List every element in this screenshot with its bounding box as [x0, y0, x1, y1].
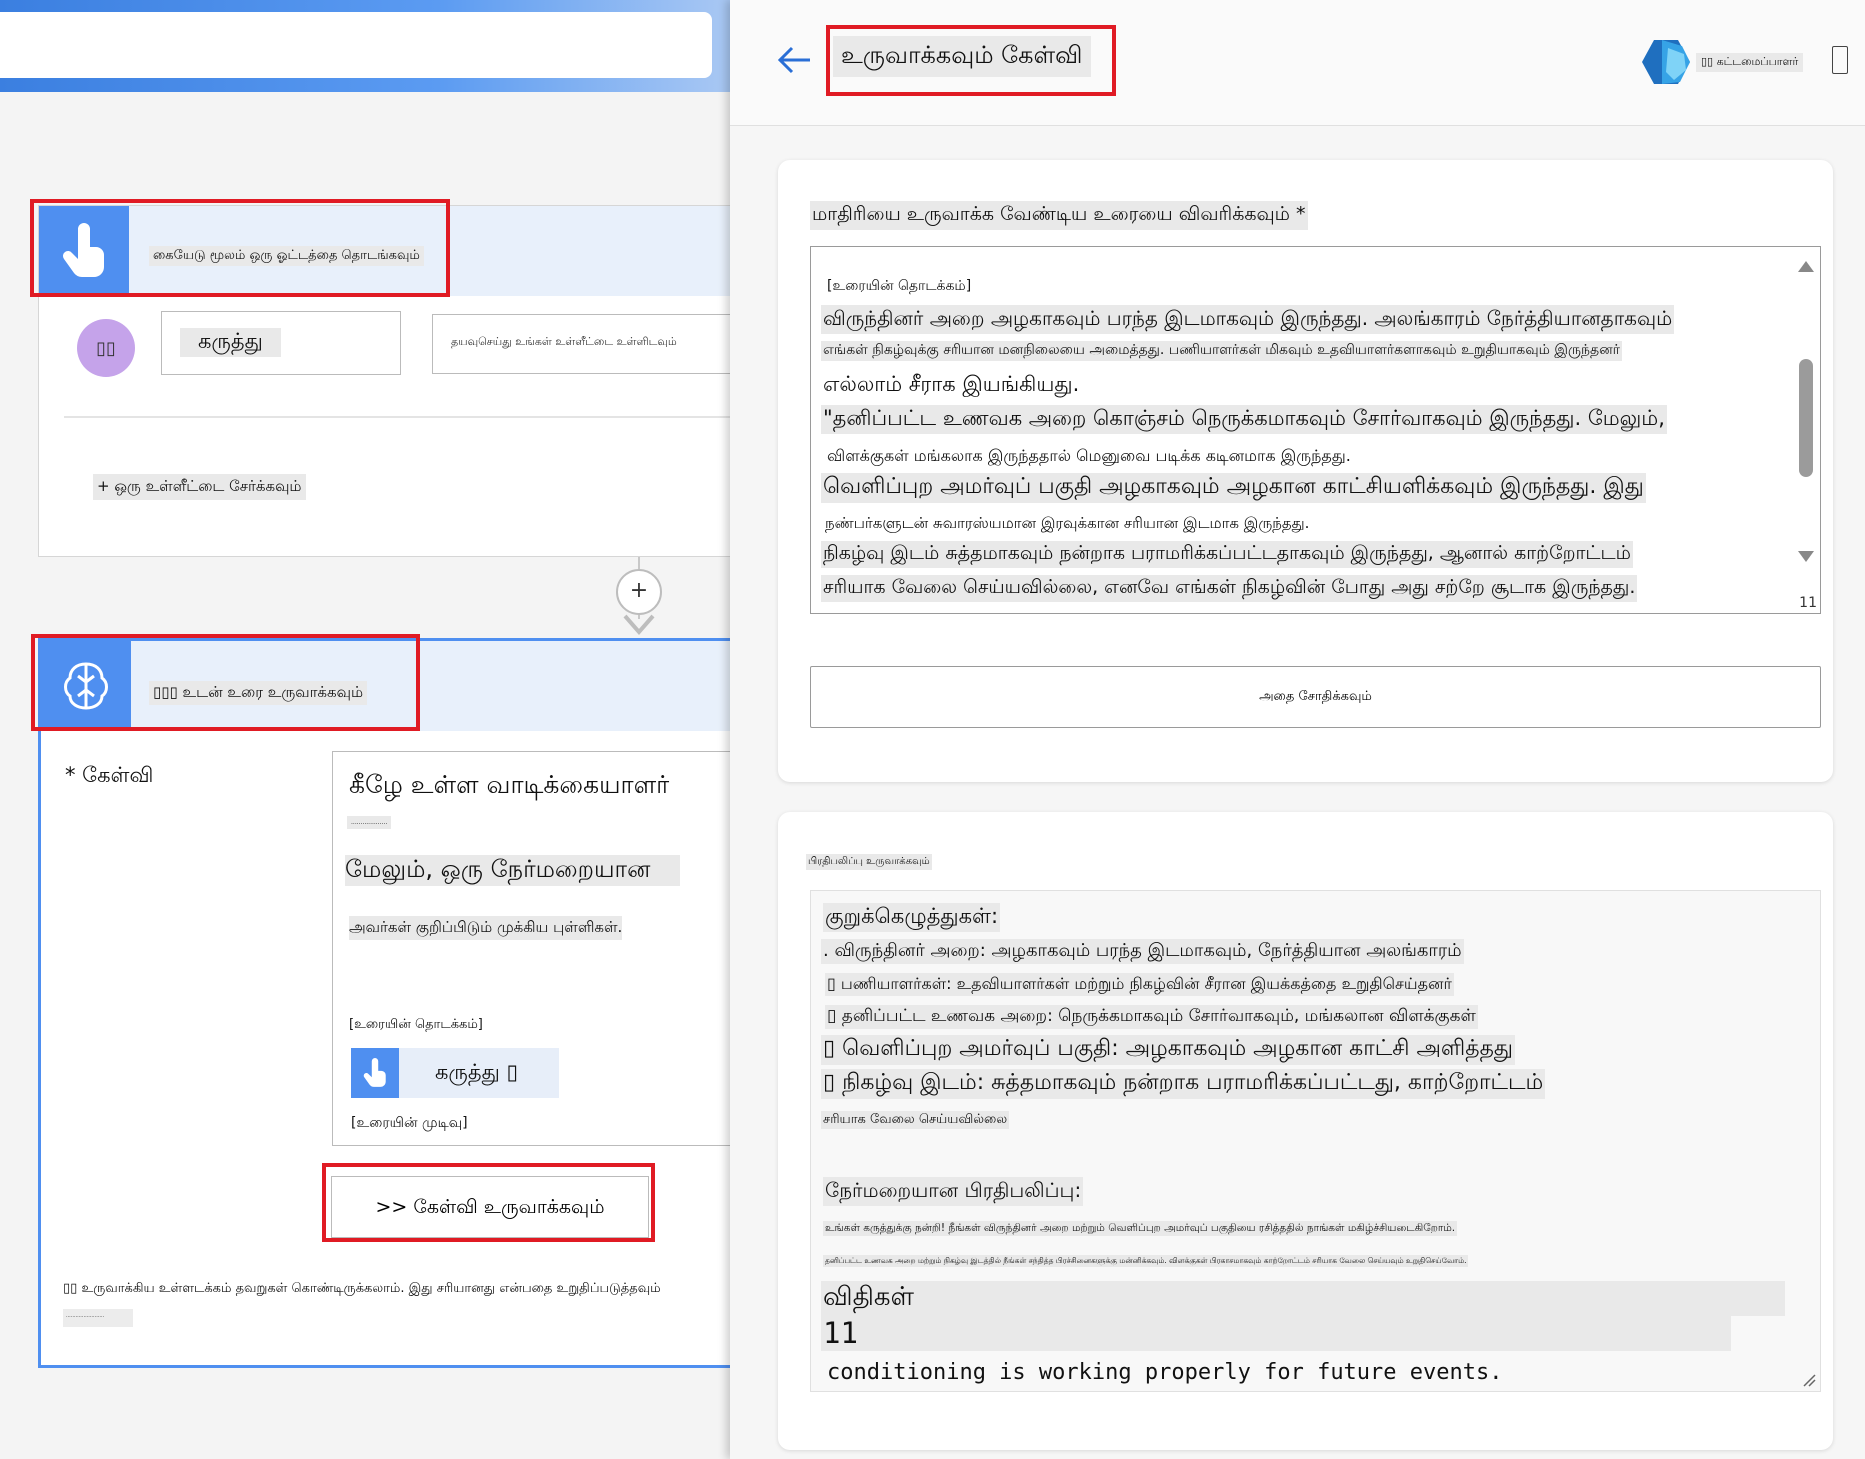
textarea-line: நிகழ்வு இடம் சுத்தமாகவும் நன்றாக பராமரிக…: [821, 541, 1633, 568]
prompt-preview-box[interactable]: கீழே உள்ள வாடிக்கையாளர் ................…: [332, 751, 730, 1146]
textarea-line: "தனிப்பட்ட உணவக அறை கொஞ்சம் நெருக்கமாகவு…: [821, 405, 1667, 434]
resize-grip-icon[interactable]: [1802, 1373, 1816, 1387]
ai-card-highlight-box: [31, 634, 420, 731]
touch-icon: [351, 1048, 399, 1098]
panel-header: உருவாக்கவும் கேள்வி ▯▯ கட்டமைப்பாளர்: [730, 0, 1865, 126]
scroll-thumb[interactable]: [1799, 359, 1813, 477]
response-output[interactable]: குறுக்கெழுத்துகள்: . விருந்தினர் அறை: அழ…: [810, 890, 1821, 1392]
prompt-line-tiny: ...................: [347, 816, 392, 829]
response-card: பிரதிபலிப்பு உருவாக்கவும் குறுக்கெழுத்து…: [778, 812, 1833, 1450]
textarea-line: எங்கள் நிகழ்வுக்கு சரியான மனநிலையை அமைத்…: [821, 341, 1622, 361]
response-line: நேர்மறையான பிரதிபலிப்பு:: [823, 1177, 1084, 1206]
textarea-line: [உரையின் தொடக்கம்]: [827, 278, 972, 294]
ai-text-card[interactable]: ▯▯▯ உடன் உரை உருவாக்கவும் * கேள்வி கீழே …: [38, 638, 730, 1368]
brand-text: ▯▯ கட்டமைப்பாளர்: [1696, 53, 1804, 72]
flow-designer-canvas: கையேடு மூலம் ஒரு ஓட்டத்தை தொடங்கவும் ▯▯ …: [0, 0, 730, 1459]
response-line: குறுக்கெழுத்துகள்:: [823, 903, 1001, 932]
textarea-counter: 11: [1799, 595, 1817, 611]
designer-search-box[interactable]: [0, 12, 712, 78]
response-line: 11: [821, 1315, 1731, 1351]
input-hint-placeholder: தயவுசெய்து உங்கள் உள்ளீட்டை உள்ளிடவும்: [451, 335, 677, 348]
response-line: சரியாக வேலை செய்யவில்லை: [821, 1111, 1010, 1129]
textarea-line: சரியாக வேலை செய்யவில்லை, எனவே எங்கள் நிக…: [821, 575, 1638, 602]
textarea-line: நண்பர்களுடன் சுவாரஸ்யமான இரவுக்கான சரியா…: [825, 514, 1310, 532]
create-prompt-panel: உருவாக்கவும் கேள்வி ▯▯ கட்டமைப்பாளர் மாத…: [730, 0, 1865, 1459]
ai-builder-logo-icon: [1642, 40, 1690, 84]
insert-step-button[interactable]: +: [616, 569, 662, 615]
trigger-highlight-box: [30, 199, 450, 297]
response-line: ▯ பணியாளர்கள்: உதவியாளர்கள் மற்றும் நிகழ…: [825, 973, 1454, 996]
designer-header-bar: [0, 0, 730, 92]
ai-disclaimer: ▯▯ உருவாக்கிய உள்ளடக்கம் தவறுகள் கொண்டிர…: [63, 1281, 661, 1296]
prompt-label: * கேள்வி: [65, 763, 154, 787]
input-name-field[interactable]: கருத்து: [161, 311, 401, 375]
response-line: conditioning is working properly for fut…: [827, 1360, 1503, 1385]
back-arrow-icon[interactable]: [774, 40, 814, 80]
response-line: ▯ வெளிப்புற அமர்வுப் பகுதி: அழகாகவும் அழ…: [821, 1035, 1515, 1065]
text-start-marker: [உரையின் தொடக்கம்]: [349, 1017, 483, 1032]
prompt-line-1: கீழே உள்ள வாடிக்கையாளர்: [349, 770, 670, 799]
scroll-up-icon[interactable]: [1798, 261, 1814, 272]
dynamic-content-chip[interactable]: கருத்து ▯: [351, 1048, 559, 1098]
prompt-textarea[interactable]: [உரையின் தொடக்கம்] விருந்தினர் அறை அழகாக…: [810, 246, 1821, 614]
textarea-line: விருந்தினர் அறை அழகாகவும் பரந்த இடமாகவும…: [821, 305, 1675, 334]
test-it-button[interactable]: அதை சோதிக்கவும்: [810, 666, 1821, 728]
response-line: விதிகள்: [821, 1281, 1785, 1316]
text-end-marker: [உரையின் முடிவு]: [351, 1115, 468, 1131]
response-line: ▯ தனிப்பட்ட உணவக அறை: நெருக்கமாகவும் சோர…: [825, 1005, 1478, 1029]
add-input-link[interactable]: + ஒரு உள்ளீட்டை சேர்க்கவும்: [93, 474, 306, 500]
prompt-line-3: அவர்கள் குறிப்பிடும் முக்கிய புள்ளிகள்.: [349, 916, 623, 940]
panel-title-highlight-box: [826, 25, 1116, 96]
create-prompt-highlight-box: [322, 1163, 655, 1242]
input-hint-field[interactable]: தயவுசெய்து உங்கள் உள்ளீட்டை உள்ளிடவும்: [432, 314, 730, 374]
response-line: . விருந்தினர் அறை: அழகாகவும் பரந்த இடமாக…: [821, 939, 1464, 964]
input-name-value: கருத்து: [180, 328, 281, 357]
prompt-line-2: மேலும், ஒரு நேர்மறையான: [345, 855, 681, 886]
textarea-scrollbar[interactable]: 11: [1794, 247, 1820, 613]
card-divider: [64, 416, 730, 418]
chip-label: கருத்து ▯: [435, 1060, 519, 1084]
response-line: உங்கள் கருத்துக்கு நன்றி! நீங்கள் விருந்…: [823, 1221, 1458, 1236]
textarea-line: விளக்குகள் மங்கலாக இருந்ததால் மெனுவை படி…: [827, 446, 1351, 465]
response-line: ▯ நிகழ்வு இடம்: சுத்தமாகவும் நன்றாக பராம…: [821, 1069, 1546, 1099]
response-line: தனிப்பட்ட உணவக அறை மற்றும் நிகழ்வு இடத்த…: [823, 1255, 1469, 1267]
description-label: மாதிரியை உருவாக்க வேண்டிய உரையை விவரிக்க…: [810, 201, 1308, 230]
textarea-line: எல்லாம் சீராக இயங்கியது.: [823, 372, 1080, 396]
ai-disclaimer-link[interactable]: ........................: [63, 1309, 133, 1327]
response-label: பிரதிபலிப்பு உருவாக்கவும்: [806, 854, 932, 870]
scroll-down-icon[interactable]: [1798, 551, 1814, 562]
input-type-avatar: ▯▯: [77, 319, 135, 377]
textarea-line: வெளிப்புற அமர்வுப் பகுதி அழகாகவும் அழகான…: [821, 473, 1646, 503]
chevron-down-icon: [623, 614, 655, 636]
more-options-icon[interactable]: [1832, 46, 1848, 74]
prompt-input-card: மாதிரியை உருவாக்க வேண்டிய உரையை விவரிக்க…: [778, 160, 1833, 782]
